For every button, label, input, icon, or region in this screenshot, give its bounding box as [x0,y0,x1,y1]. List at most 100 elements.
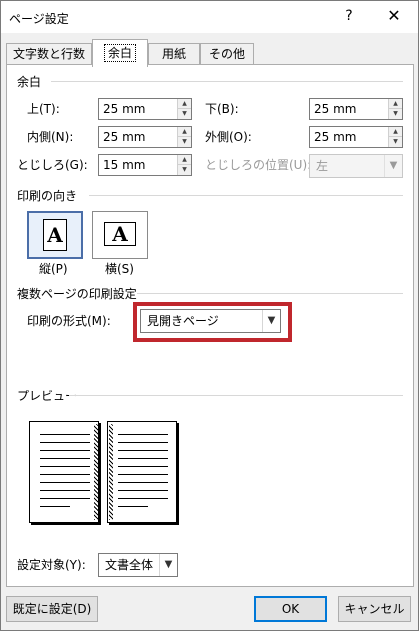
text-line [40,498,90,499]
apply-to-label: 設定対象(Y): [17,558,86,572]
tab-margins[interactable]: 余白 [92,39,148,67]
window-title: ページ設定 [9,12,69,26]
spinner-arrows: ▲ ▼ [177,127,191,147]
portrait-button[interactable]: A [27,211,83,259]
tab-label: 余白 [103,44,136,62]
spin-up-icon[interactable]: ▲ [178,99,191,109]
bottom-margin-label: 下(B): [205,102,239,116]
portrait-icon: A [43,219,67,251]
help-button[interactable]: ? [337,5,361,27]
bottom-margin-value: 25 mm [314,102,357,116]
text-line [118,458,168,459]
spin-up-icon[interactable]: ▲ [389,99,402,109]
text-line [118,490,168,491]
cancel-button[interactable]: キャンセル [338,596,411,622]
text-line [40,458,90,459]
inside-margin-spinner[interactable]: 25 mm ▲ ▼ [98,126,192,148]
text-line [40,434,90,435]
landscape-glyph: A [112,222,128,246]
spin-up-icon[interactable]: ▲ [389,127,402,137]
tab-characters-lines[interactable]: 文字数と行数 [6,43,92,65]
top-margin-label: 上(T): [27,102,60,116]
gutter-hatch [94,424,98,520]
preview-right-page [107,421,177,523]
set-as-default-button[interactable]: 既定に設定(D) [6,596,98,622]
apply-to-value: 文書全体 [105,558,154,572]
close-icon[interactable]: ✕ [379,5,409,27]
outside-margin-value: 25 mm [314,130,357,144]
spinner-arrows: ▲ ▼ [177,155,191,175]
chevron-down-icon: ▼ [384,155,402,177]
print-format-select[interactable]: 見開きページ ▼ [140,309,281,333]
outside-margin-spinner[interactable]: 25 mm ▲ ▼ [309,126,403,148]
spin-down-icon[interactable]: ▼ [178,109,191,119]
spinner-arrows: ▲ ▼ [388,127,402,147]
inside-margin-value: 25 mm [103,130,146,144]
gutter-position-select[interactable]: 左 ▼ [309,154,403,178]
preview-section-header: プレビュー [17,389,78,403]
pages-section-header: 複数ページの印刷設定 [17,287,137,301]
spinner-arrows: ▲ ▼ [177,99,191,119]
landscape-label: 横(S) [105,262,134,276]
landscape-button[interactable]: A [92,211,148,259]
text-line [118,434,168,435]
text-line [118,450,168,451]
print-format-value: 見開きページ [147,314,219,328]
spin-down-icon[interactable]: ▼ [389,137,402,147]
gutter-position-label: とじしろの位置(U): [205,158,312,172]
text-line [118,506,148,507]
text-line [40,474,90,475]
gutter-position-value: 左 [316,159,329,173]
orientation-section-header: 印刷の向き [17,189,78,203]
inside-margin-label: 内側(N): [27,130,74,144]
text-line [40,450,90,451]
portrait-label: 縦(P) [39,262,68,276]
title-bar: ページ設定 ? ✕ [1,1,418,33]
tab-panel: 余白 上(T): 25 mm ▲ ▼ 下(B): 25 mm ▲ ▼ 内側(N)… [6,64,414,587]
text-line [118,474,168,475]
spin-down-icon[interactable]: ▼ [178,165,191,175]
text-line [118,498,168,499]
tab-paper[interactable]: 用紙 [148,43,200,65]
section-divider [69,395,403,396]
spin-up-icon[interactable]: ▲ [178,155,191,165]
preview-left-page [29,421,99,523]
spinner-arrows: ▲ ▼ [388,99,402,119]
tab-strip: 文字数と行数 余白 用紙 その他 [1,33,418,67]
outside-margin-label: 外側(O): [205,130,252,144]
bottom-margin-spinner[interactable]: 25 mm ▲ ▼ [309,98,403,120]
section-divider [137,293,403,294]
spin-down-icon[interactable]: ▼ [178,137,191,147]
gutter-value: 15 mm [103,158,146,172]
text-line [40,506,70,507]
section-divider [51,81,403,82]
chevron-down-icon: ▼ [159,554,177,576]
gutter-spinner[interactable]: 15 mm ▲ ▼ [98,154,192,176]
gutter-hatch [109,424,113,520]
top-margin-value: 25 mm [103,102,146,116]
tab-label: 用紙 [161,47,186,61]
print-format-label: 印刷の形式(M): [27,314,111,328]
chevron-down-icon: ▼ [262,310,280,332]
apply-to-select[interactable]: 文書全体 ▼ [98,553,178,577]
text-line [118,442,168,443]
tab-label: その他 [208,47,245,61]
portrait-glyph: A [47,223,63,247]
tab-label: 文字数と行数 [12,47,85,61]
ok-button[interactable]: OK [254,596,327,622]
tab-other[interactable]: その他 [200,43,254,65]
spin-down-icon[interactable]: ▼ [389,109,402,119]
spin-up-icon[interactable]: ▲ [178,127,191,137]
landscape-icon: A [104,222,136,246]
text-line [40,482,90,483]
gutter-label: とじしろ(G): [17,158,88,172]
text-line [40,442,90,443]
text-line [118,482,168,483]
text-line [40,490,90,491]
margins-section-header: 余白 [17,75,42,89]
text-line [40,466,90,467]
text-line [118,466,168,467]
section-divider [89,195,403,196]
top-margin-spinner[interactable]: 25 mm ▲ ▼ [98,98,192,120]
page-setup-dialog: ページ設定 ? ✕ 文字数と行数 余白 用紙 その他 余白 上(T): 25 m… [0,0,419,631]
